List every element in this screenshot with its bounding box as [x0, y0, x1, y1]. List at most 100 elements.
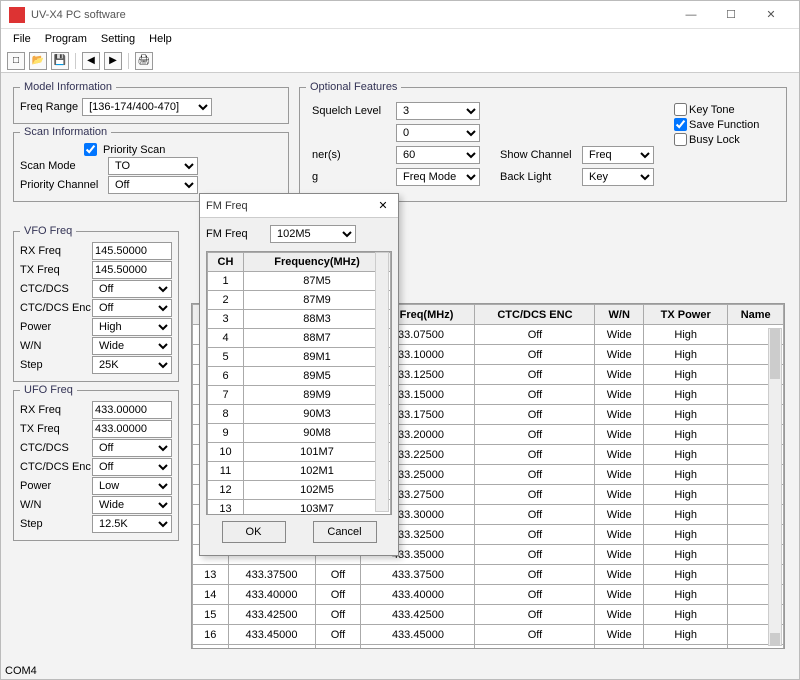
menu-help[interactable]: Help: [143, 31, 178, 47]
list-item[interactable]: 187M5: [208, 272, 391, 291]
vfo-legend: VFO Freq: [20, 225, 76, 237]
vertical-scrollbar[interactable]: [768, 328, 782, 646]
freq-range-label: Freq Range: [20, 101, 78, 113]
scroll-thumb[interactable]: [770, 329, 780, 379]
toolbar: □ 📂 💾 ◀ ▶ 🖨: [1, 49, 799, 73]
table-row[interactable]: 17433.47500Off433.47500OffWideHigh: [193, 645, 784, 650]
priority-scan-checkbox[interactable]: [84, 143, 97, 156]
list-item[interactable]: 12102M5: [208, 481, 391, 500]
back-light-select[interactable]: Key: [582, 168, 654, 186]
ufo-enc-select[interactable]: Off: [92, 458, 172, 476]
ufo-step-select[interactable]: 12.5K: [92, 515, 172, 533]
key-tone-checkbox[interactable]: [674, 103, 687, 116]
field2-select[interactable]: 0: [396, 124, 480, 142]
list-item[interactable]: 689M5: [208, 367, 391, 386]
list-item[interactable]: 11102M1: [208, 462, 391, 481]
vfo-ctc-select[interactable]: Off: [92, 280, 172, 298]
model-info-group: Model Information Freq Range [136-174/40…: [13, 81, 289, 124]
back-light-label: Back Light: [500, 171, 578, 183]
priority-channel-select[interactable]: Off: [108, 176, 198, 194]
minimize-button[interactable]: —: [671, 1, 711, 29]
menu-program[interactable]: Program: [39, 31, 93, 47]
close-button[interactable]: ✕: [751, 1, 791, 29]
dialog-grid-header[interactable]: CH: [208, 253, 244, 272]
write-icon[interactable]: ▶: [104, 52, 122, 70]
squelch-label: Squelch Level: [312, 105, 392, 117]
print-icon[interactable]: 🖨: [135, 52, 153, 70]
save-icon[interactable]: 💾: [51, 52, 69, 70]
list-item[interactable]: 890M3: [208, 405, 391, 424]
open-icon[interactable]: 📂: [29, 52, 47, 70]
mode-select[interactable]: Freq Mode: [396, 168, 480, 186]
table-row[interactable]: 14433.40000Off433.40000OffWideHigh: [193, 585, 784, 605]
priority-channel-label: Priority Channel: [20, 179, 104, 191]
busy-lock-checkbox[interactable]: [674, 133, 687, 146]
table-row[interactable]: 15433.42500Off433.42500OffWideHigh: [193, 605, 784, 625]
list-item[interactable]: 388M3: [208, 310, 391, 329]
dialog-close-icon[interactable]: ✕: [374, 199, 392, 212]
vfo-step-select[interactable]: 25K: [92, 356, 172, 374]
freq-range-select[interactable]: [136-174/400-470]: [82, 98, 212, 116]
grid-header[interactable]: CTC/DCS ENC: [475, 305, 595, 325]
list-item[interactable]: 287M9: [208, 291, 391, 310]
vfo-tx-input[interactable]: [92, 261, 172, 279]
model-info-legend: Model Information: [20, 81, 116, 93]
list-item[interactable]: 13103M7: [208, 500, 391, 516]
squelch-select[interactable]: 3: [396, 102, 480, 120]
mode-label: g: [312, 171, 392, 183]
vfo-freq-group: VFO Freq RX Freq TX Freq CTC/DCSOff CTC/…: [13, 225, 179, 382]
show-channel-label: Show Channel: [500, 149, 578, 161]
ufo-freq-group: UFO Freq RX Freq TX Freq CTC/DCSOff CTC/…: [13, 384, 179, 541]
scan-mode-select[interactable]: TO: [108, 157, 198, 175]
cancel-button[interactable]: Cancel: [313, 521, 377, 543]
show-channel-select[interactable]: Freq: [582, 146, 654, 164]
ufo-wn-select[interactable]: Wide: [92, 496, 172, 514]
menubar: File Program Setting Help: [1, 29, 799, 49]
table-row[interactable]: 13433.37500Off433.37500OffWideHigh: [193, 565, 784, 585]
busy-lock-label: Busy Lock: [689, 134, 740, 146]
separator: [75, 53, 76, 69]
vfo-rx-input[interactable]: [92, 242, 172, 260]
dialog-title: FM Freq: [206, 200, 374, 212]
fm-freq-label: FM Freq: [206, 228, 266, 240]
scroll-down-icon[interactable]: [770, 633, 780, 645]
ufo-tx-input[interactable]: [92, 420, 172, 438]
optional-features-group: Optional Features Squelch Level 3 0 ner(…: [299, 81, 787, 202]
table-row[interactable]: 16433.45000Off433.45000OffWideHigh: [193, 625, 784, 645]
optional-legend: Optional Features: [306, 81, 401, 93]
list-item[interactable]: 488M7: [208, 329, 391, 348]
vfo-enc-select[interactable]: Off: [92, 299, 172, 317]
ufo-rx-input[interactable]: [92, 401, 172, 419]
menu-setting[interactable]: Setting: [95, 31, 141, 47]
grid-header[interactable]: Name: [728, 305, 784, 325]
ufo-ctc-select[interactable]: Off: [92, 439, 172, 457]
status-bar: COM4: [5, 665, 37, 677]
scan-mode-label: Scan Mode: [20, 160, 104, 172]
vfo-wn-select[interactable]: Wide: [92, 337, 172, 355]
dialog-grid-header[interactable]: Frequency(MHz): [244, 253, 391, 272]
grid-header[interactable]: W/N: [595, 305, 644, 325]
ufo-power-select[interactable]: Low: [92, 477, 172, 495]
fm-freq-dialog: FM Freq ✕ FM Freq 102M5 CHFrequency(MHz)…: [199, 193, 399, 556]
key-tone-label: Key Tone: [689, 104, 735, 116]
fm-freq-select[interactable]: 102M5: [270, 225, 356, 243]
dialog-scrollbar[interactable]: [375, 252, 389, 512]
list-item[interactable]: 589M1: [208, 348, 391, 367]
ok-button[interactable]: OK: [222, 521, 286, 543]
vfo-power-select[interactable]: High: [92, 318, 172, 336]
priority-scan-label: Priority Scan: [103, 144, 165, 156]
save-fn-label: Save Function: [689, 119, 759, 131]
save-function-checkbox[interactable]: [674, 118, 687, 131]
window-title: UV-X4 PC software: [31, 9, 671, 21]
maximize-button[interactable]: ☐: [711, 1, 751, 29]
grid-header[interactable]: TX Power: [644, 305, 728, 325]
titlebar: UV-X4 PC software — ☐ ✕: [1, 1, 799, 29]
read-icon[interactable]: ◀: [82, 52, 100, 70]
list-item[interactable]: 990M8: [208, 424, 391, 443]
new-icon[interactable]: □: [7, 52, 25, 70]
list-item[interactable]: 789M9: [208, 386, 391, 405]
list-item[interactable]: 10101M7: [208, 443, 391, 462]
menu-file[interactable]: File: [7, 31, 37, 47]
scan-info-legend: Scan Information: [20, 126, 111, 138]
timers-select[interactable]: 60: [396, 146, 480, 164]
